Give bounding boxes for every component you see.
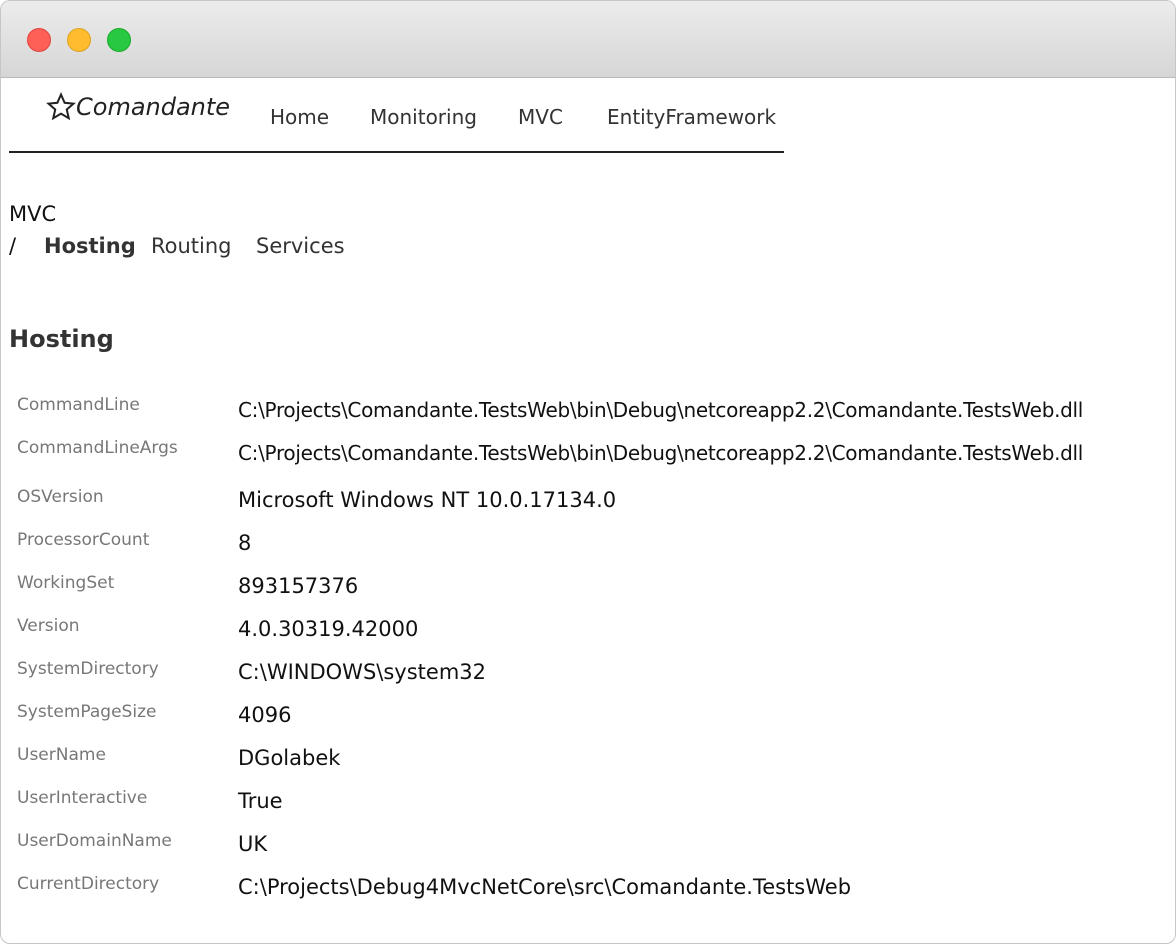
property-key: WorkingSet bbox=[17, 573, 115, 593]
property-value: C:\Projects\Comandante.TestsWeb\bin\Debu… bbox=[238, 441, 1084, 465]
nav-mvc-link[interactable]: MVC bbox=[518, 105, 563, 129]
property-value: Microsoft Windows NT 10.0.17134.0 bbox=[238, 488, 617, 512]
property-value: DGolabek bbox=[238, 746, 341, 770]
property-key: UserInteractive bbox=[17, 788, 148, 808]
title-bar bbox=[1, 1, 1175, 78]
property-value: C:\WINDOWS\system32 bbox=[238, 660, 486, 684]
property-key: CommandLineArgs bbox=[17, 438, 178, 458]
nav-home-link[interactable]: Home bbox=[270, 105, 329, 129]
property-key: OSVersion bbox=[17, 487, 104, 507]
brand-name: Comandante bbox=[76, 93, 231, 121]
page-heading: Hosting bbox=[9, 325, 114, 353]
close-window-button[interactable] bbox=[27, 28, 51, 52]
section-title: MVC bbox=[9, 202, 57, 226]
property-value: 4096 bbox=[238, 703, 292, 727]
star-outline-icon bbox=[46, 92, 76, 121]
property-value: 8 bbox=[238, 531, 252, 555]
top-navbar: Comandante Home Monitoring MVC EntityFra… bbox=[9, 78, 784, 153]
property-key: CommandLine bbox=[17, 395, 140, 415]
app-window: Comandante Home Monitoring MVC EntityFra… bbox=[0, 0, 1176, 944]
nav-monitoring-link[interactable]: Monitoring bbox=[370, 105, 477, 129]
property-value: True bbox=[238, 789, 283, 813]
tab-hosting[interactable]: Hosting bbox=[44, 234, 136, 258]
maximize-window-button[interactable] bbox=[107, 28, 131, 52]
property-key: SystemDirectory bbox=[17, 659, 159, 679]
property-key: ProcessorCount bbox=[17, 530, 150, 550]
brand-link[interactable]: Comandante bbox=[46, 92, 230, 122]
property-value: C:\Projects\Comandante.TestsWeb\bin\Debu… bbox=[238, 398, 1084, 422]
property-key: CurrentDirectory bbox=[17, 874, 160, 894]
property-value: 893157376 bbox=[238, 574, 359, 598]
property-key: Version bbox=[17, 616, 80, 636]
property-key: UserDomainName bbox=[17, 831, 172, 851]
breadcrumb-separator: / bbox=[9, 234, 17, 258]
property-key: SystemPageSize bbox=[17, 702, 157, 722]
property-value: C:\Projects\Debug4MvcNetCore\src\Comanda… bbox=[238, 875, 852, 899]
property-value: UK bbox=[238, 832, 268, 856]
property-value: 4.0.30319.42000 bbox=[238, 617, 419, 641]
tab-services[interactable]: Services bbox=[256, 234, 345, 258]
nav-entityframework-link[interactable]: EntityFramework bbox=[607, 105, 776, 129]
minimize-window-button[interactable] bbox=[67, 28, 91, 52]
tab-routing[interactable]: Routing bbox=[151, 234, 232, 258]
property-key: UserName bbox=[17, 745, 106, 765]
